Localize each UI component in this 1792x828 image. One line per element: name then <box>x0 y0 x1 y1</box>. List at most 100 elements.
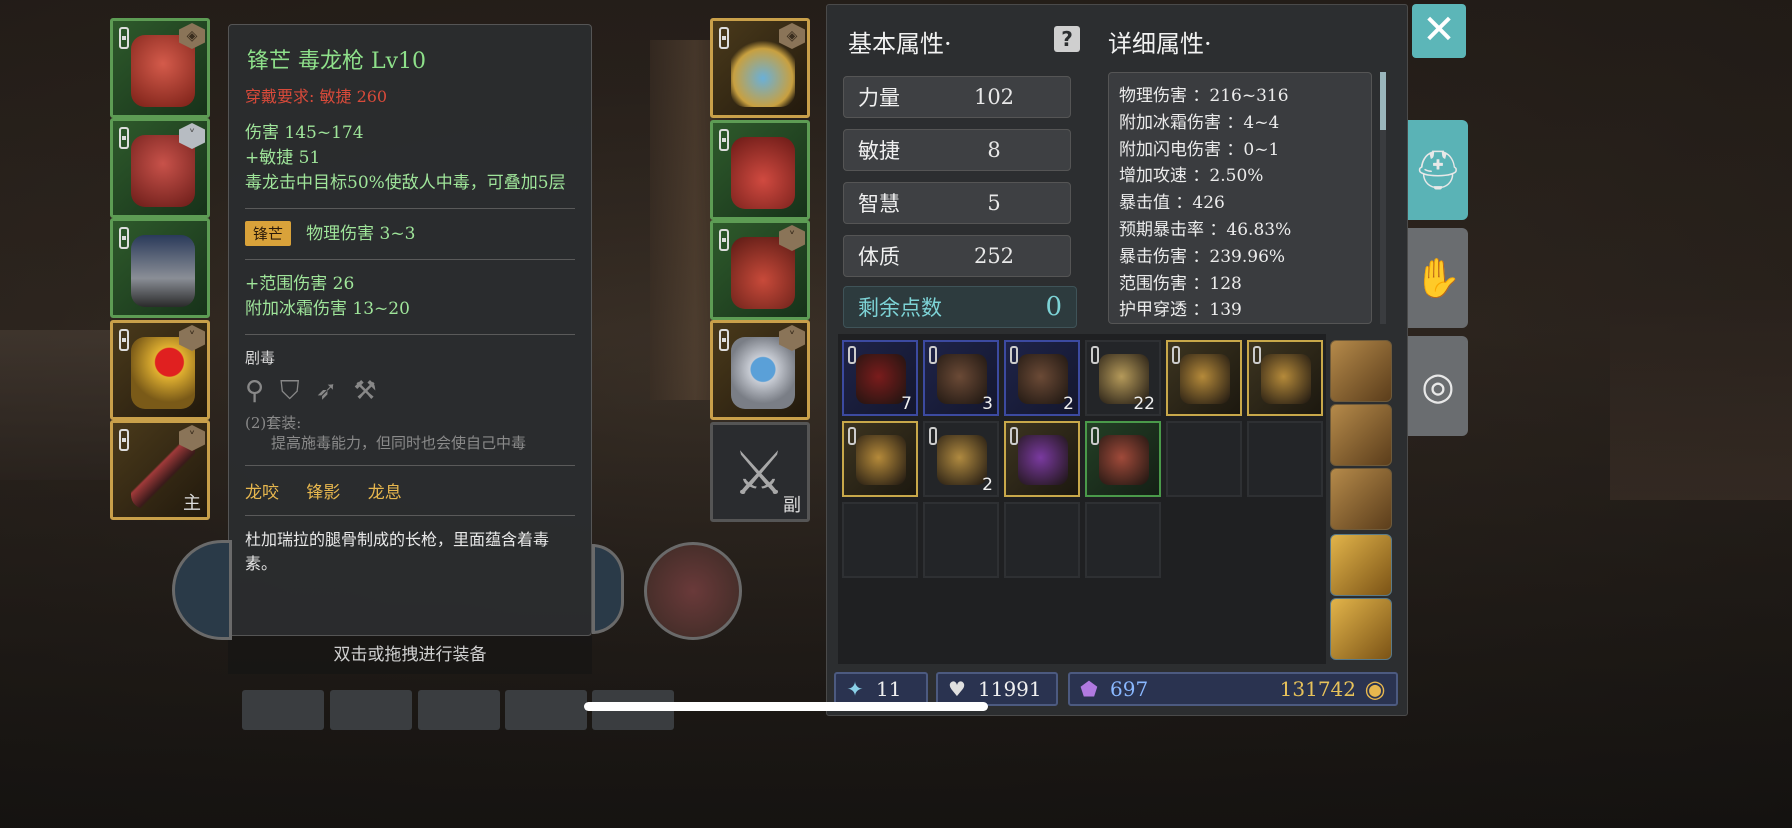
helmet-bag-icon[interactable] <box>1330 598 1392 660</box>
inventory-item[interactable] <box>1004 421 1080 497</box>
close-button[interactable]: ✕ <box>1412 4 1466 58</box>
inventory-item[interactable] <box>1166 340 1242 416</box>
item-count: 3 <box>982 394 993 414</box>
helmet-icon: ⛑ <box>1413 147 1463 192</box>
boots-icon <box>731 237 795 309</box>
detail-stat: 预期暴击率 ：46.83% <box>1119 219 1292 240</box>
armor-icon <box>131 135 195 207</box>
inventory-empty-slot[interactable] <box>1247 421 1323 497</box>
skill-circle-right[interactable] <box>644 542 742 640</box>
detail-attributes-title[interactable]: 详细属性· <box>1108 24 1212 59</box>
inventory-empty-slot[interactable] <box>1004 502 1080 578</box>
equip-slot-necklace[interactable]: ◈ <box>710 18 810 118</box>
legs-icon <box>131 235 195 307</box>
item-icon <box>856 435 906 485</box>
detail-scroll-thumb[interactable] <box>1380 72 1386 130</box>
gold-group: 131742 ◉ <box>1280 674 1396 704</box>
item-icon <box>1018 354 1068 404</box>
item-description: 杜加瑞拉的腿骨制成的长枪，里面蕴含着毒素。 <box>245 530 550 573</box>
lock-icon <box>119 127 129 149</box>
helmet-bag-icon[interactable] <box>1330 534 1392 596</box>
inventory-empty-slot[interactable] <box>1166 421 1242 497</box>
prefix-row: 锋芒 物理伤害 3~3 <box>245 221 575 247</box>
attr-label: 敏捷 <box>858 139 900 163</box>
item-icon <box>937 435 987 485</box>
item-icon <box>856 354 906 404</box>
attr-value: 8 <box>987 138 1001 162</box>
attr-label: 体质 <box>858 245 900 269</box>
lock-icon <box>1172 346 1180 364</box>
inventory-empty-slot[interactable] <box>923 502 999 578</box>
equip-hint: 双击或拖拽进行装备 <box>228 636 592 674</box>
inventory-item[interactable] <box>842 421 918 497</box>
off-hand-tag: 副 <box>783 495 801 516</box>
inventory-item[interactable]: 3 <box>923 340 999 416</box>
item-effect: 毒龙击中目标50%使敌人中毒，可叠加5层 <box>245 173 566 193</box>
axe-icon: ⚒ <box>353 376 377 406</box>
shield-icon: ⛉ <box>280 376 300 406</box>
equip-slot-weapon[interactable]: ˅ 主 <box>110 420 210 520</box>
divider <box>245 208 575 209</box>
inventory-item[interactable] <box>1085 421 1161 497</box>
attr-value: 5 <box>987 191 1001 215</box>
bag-icon[interactable] <box>1330 468 1392 530</box>
gloves-icon: ✋ <box>1414 255 1462 300</box>
attr-label: 力量 <box>858 86 900 110</box>
spear-icon: ➶ <box>315 376 338 406</box>
tab-settings[interactable]: ◎ <box>1408 336 1468 436</box>
help-icon[interactable]: ? <box>1054 26 1080 52</box>
equip-slot-helmet[interactable]: ◈ <box>110 18 210 118</box>
home-indicator[interactable] <box>584 702 988 711</box>
inventory-item[interactable]: 2 <box>1004 340 1080 416</box>
detail-stats-list[interactable]: 物理伤害 ：216~316 附加冰霜伤害 ：4~4 附加闪电伤害 ：0~1 增加… <box>1108 72 1372 324</box>
detail-stat: 附加闪电伤害 ：0~1 <box>1119 139 1280 160</box>
basic-attributes-title[interactable]: 基本属性· <box>848 24 952 59</box>
ring-icon <box>131 337 195 409</box>
bottom-tab[interactable] <box>330 690 412 730</box>
bottom-tab[interactable] <box>505 690 587 730</box>
bottom-tab[interactable] <box>242 690 324 730</box>
item-count: 2 <box>1063 394 1074 414</box>
equip-slot-ring2[interactable]: ˅ <box>710 320 810 420</box>
equip-slot-legs[interactable] <box>110 218 210 318</box>
bottom-tab[interactable] <box>418 690 500 730</box>
detail-stat: 增加攻速 ：2.50% <box>1119 166 1264 187</box>
bag-icon[interactable] <box>1330 404 1392 466</box>
currency-crystals: ♥ 11991 <box>936 672 1058 706</box>
currency-gems: ✦ 11 <box>834 672 928 706</box>
lock-icon <box>1091 427 1099 445</box>
gloves-icon <box>731 137 795 209</box>
inventory-empty-slot[interactable] <box>1085 502 1161 578</box>
divider <box>245 515 575 516</box>
equip-slot-armor[interactable]: ˅ <box>110 118 210 218</box>
equip-slot-offhand[interactable]: ⚔ 副 <box>710 422 810 522</box>
purple-gem-icon: ⬟ <box>1080 677 1098 701</box>
attr-value: 252 <box>973 244 1015 268</box>
equip-slot-gloves[interactable] <box>710 120 810 220</box>
attr-label: 智慧 <box>858 192 900 216</box>
item-count: 22 <box>1133 394 1155 414</box>
inventory-item[interactable]: 7 <box>842 340 918 416</box>
item-icon <box>1180 354 1230 404</box>
bag-icon[interactable] <box>1330 340 1392 402</box>
divider <box>245 334 575 335</box>
equip-slot-boots[interactable]: ˅ <box>710 220 810 320</box>
inventory-item[interactable]: 22 <box>1085 340 1161 416</box>
item-icon <box>1018 435 1068 485</box>
tab-equipment[interactable]: ⛑ <box>1408 120 1468 220</box>
lock-icon <box>719 329 729 351</box>
lock-icon <box>719 229 729 251</box>
item-stat: 伤害 145~174 <box>245 123 364 143</box>
necklace-icon: ⚲ <box>245 376 265 406</box>
tab-skills[interactable]: ✋ <box>1408 228 1468 328</box>
main-hand-tag: 主 <box>183 493 201 514</box>
helmet-icon <box>131 35 195 107</box>
inventory-empty-slot[interactable] <box>842 502 918 578</box>
equip-slot-ring[interactable]: ˅ <box>110 320 210 420</box>
inventory-item[interactable] <box>1247 340 1323 416</box>
item-stat: +敏捷 51 <box>245 148 321 168</box>
crystal-heart-icon: ♥ <box>948 677 966 701</box>
inventory-item[interactable]: 2 <box>923 421 999 497</box>
wand-icon: ✦ <box>846 677 864 701</box>
crystals-value: 11991 <box>978 677 1042 701</box>
